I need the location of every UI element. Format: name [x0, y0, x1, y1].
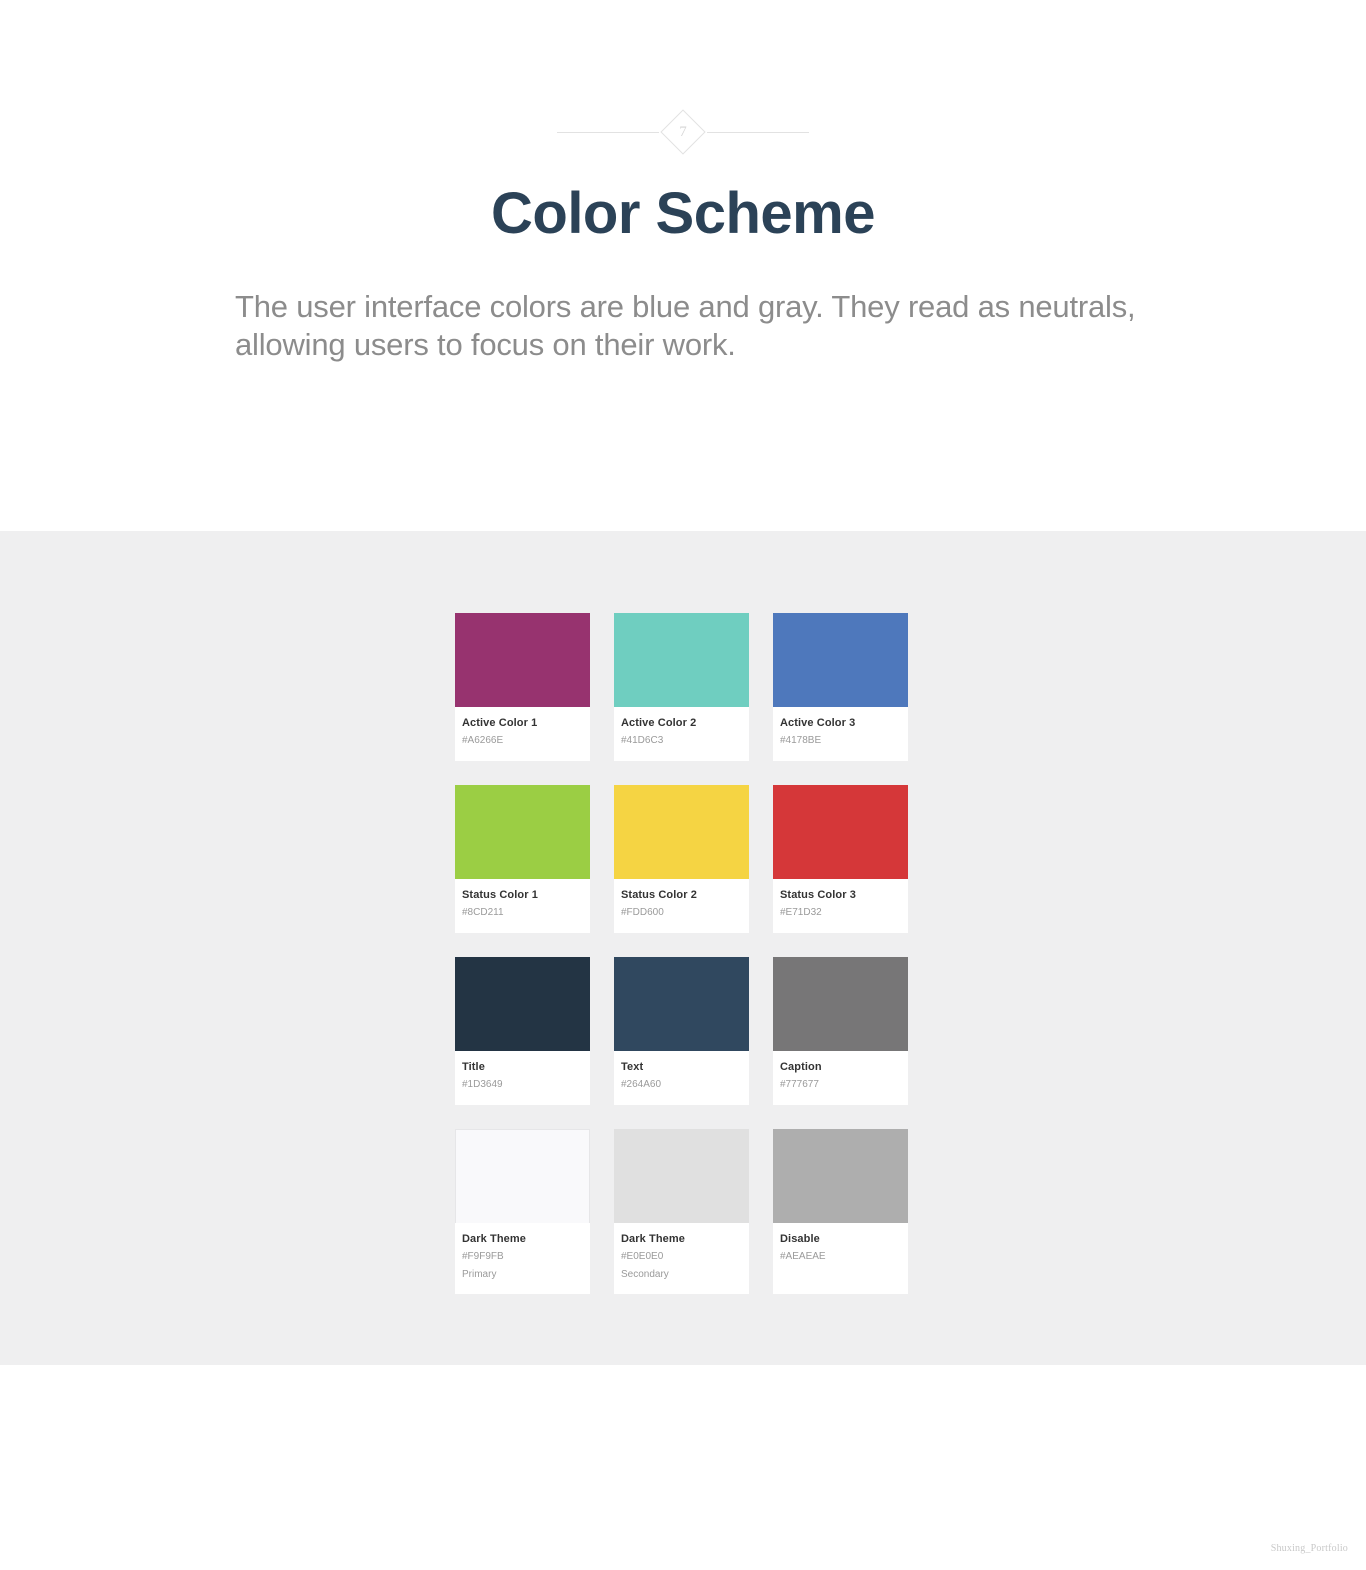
color-swatch-section: Active Color 1 #A6266E Active Color 2 #41D6… — [0, 531, 1366, 1365]
color-swatch-meta: Caption #777677 — [773, 1051, 908, 1105]
color-swatch-card[interactable]: Dark Theme #F9F9FB Primary — [455, 1129, 590, 1295]
divider-line-left — [557, 131, 659, 133]
color-swatch-name: Status Color 2 — [621, 889, 697, 901]
color-swatch-card[interactable]: Dark Theme #E0E0E0 Secondary — [614, 1129, 749, 1295]
color-swatch-block — [773, 613, 908, 707]
color-swatch-card[interactable]: Status Color 2 #FDD600 — [614, 785, 749, 933]
color-swatch-meta: Status Color 1 #8CD211 — [455, 879, 590, 933]
color-swatch-hex: #41D6C3 — [621, 735, 664, 747]
color-swatch-block — [614, 613, 749, 707]
color-swatch-meta: Dark Theme #E0E0E0 Secondary — [614, 1223, 749, 1294]
color-swatch-card[interactable]: Title #1D3649 — [455, 957, 590, 1105]
color-swatch-meta: Disable #AEAEAE — [773, 1223, 908, 1277]
color-swatch-meta: Text #264A60 — [614, 1051, 749, 1105]
color-swatch-card[interactable]: Status Color 3 #E71D32 — [773, 785, 908, 933]
color-swatch-block — [614, 785, 749, 879]
color-swatch-hex: #F9F9FB — [462, 1251, 504, 1263]
color-swatch-meta: Title #1D3649 — [455, 1051, 590, 1105]
color-swatch-name: Title — [462, 1061, 485, 1073]
color-swatch-name: Text — [621, 1061, 644, 1073]
footer-watermark: Shuxing_Portfolio — [1270, 1543, 1348, 1554]
color-swatch-name: Active Color 2 — [621, 717, 697, 729]
color-swatch-meta: Active Color 2 #41D6C3 — [614, 707, 749, 761]
color-swatch-card[interactable]: Active Color 1 #A6266E — [455, 613, 590, 761]
color-swatch-name: Dark Theme — [462, 1233, 526, 1245]
color-swatch-hex: #8CD211 — [462, 907, 504, 919]
color-swatch-hex: #AEAEAE — [780, 1251, 826, 1263]
color-swatch-hex: #A6266E — [462, 735, 504, 747]
color-swatch-block — [455, 613, 590, 707]
color-swatch-name: Dark Theme — [621, 1233, 685, 1245]
color-swatch-hex: #4178BE — [780, 735, 822, 747]
color-swatch-block — [614, 957, 749, 1051]
color-swatch-hex: #E0E0E0 — [621, 1251, 664, 1263]
color-swatch-meta: Active Color 1 #A6266E — [455, 707, 590, 761]
color-swatch-note: Primary — [462, 1269, 497, 1281]
color-swatch-note: Secondary — [621, 1269, 669, 1281]
section-number-badge: 7 — [659, 108, 707, 156]
header-section: 7 Color Scheme The user interface colors… — [0, 0, 1366, 531]
color-swatch-meta: Dark Theme #F9F9FB Primary — [455, 1223, 590, 1294]
color-swatch-block — [455, 785, 590, 879]
color-swatch-grid: Active Color 1 #A6266E Active Color 2 #41D6… — [455, 613, 910, 1295]
color-swatch-meta: Status Color 2 #FDD600 — [614, 879, 749, 933]
color-swatch-card[interactable]: Active Color 3 #4178BE — [773, 613, 908, 761]
color-swatch-hex: #777677 — [780, 1079, 819, 1091]
color-swatch-meta: Active Color 3 #4178BE — [773, 707, 908, 761]
color-swatch-name: Disable — [780, 1233, 820, 1245]
color-swatch-card[interactable]: Text #264A60 — [614, 957, 749, 1105]
color-swatch-block — [455, 1129, 590, 1223]
color-swatch-hex: #FDD600 — [621, 907, 664, 919]
section-number-label: 7 — [679, 123, 687, 140]
page-subtitle: The user interface colors are blue and g… — [235, 289, 1136, 362]
section-divider: 7 — [0, 108, 1366, 156]
color-swatch-hex: #1D3649 — [462, 1079, 503, 1091]
color-swatch-block — [455, 957, 590, 1051]
color-swatch-card[interactable]: Status Color 1 #8CD211 — [455, 785, 590, 933]
swatch-row: Status Color 1 #8CD211 Status Color 2 #FDD6… — [455, 785, 910, 933]
swatch-row: Title #1D3649 Text #264A60 Caption #777677 — [455, 957, 910, 1105]
color-swatch-name: Caption — [780, 1061, 822, 1073]
color-swatch-block — [614, 1129, 749, 1223]
color-swatch-name: Active Color 3 — [780, 717, 856, 729]
color-swatch-hex: #264A60 — [621, 1079, 662, 1091]
color-swatch-card[interactable]: Caption #777677 — [773, 957, 908, 1105]
color-swatch-block — [773, 1129, 908, 1223]
color-swatch-name: Status Color 1 — [462, 889, 538, 901]
color-swatch-block — [773, 957, 908, 1051]
color-swatch-name: Status Color 3 — [780, 889, 856, 901]
swatch-row: Active Color 1 #A6266E Active Color 2 #41D6… — [455, 613, 910, 761]
color-swatch-card[interactable]: Active Color 2 #41D6C3 — [614, 613, 749, 761]
divider-line-right — [707, 131, 809, 133]
swatch-row: Dark Theme #F9F9FB Primary Dark Theme #E0E0E… — [455, 1129, 910, 1295]
page-title: Color Scheme — [491, 181, 876, 246]
color-swatch-name: Active Color 1 — [462, 717, 538, 729]
color-swatch-meta: Status Color 3 #E71D32 — [773, 879, 908, 933]
color-swatch-block — [773, 785, 908, 879]
color-swatch-hex: #E71D32 — [780, 907, 822, 919]
color-swatch-card[interactable]: Disable #AEAEAE — [773, 1129, 908, 1295]
